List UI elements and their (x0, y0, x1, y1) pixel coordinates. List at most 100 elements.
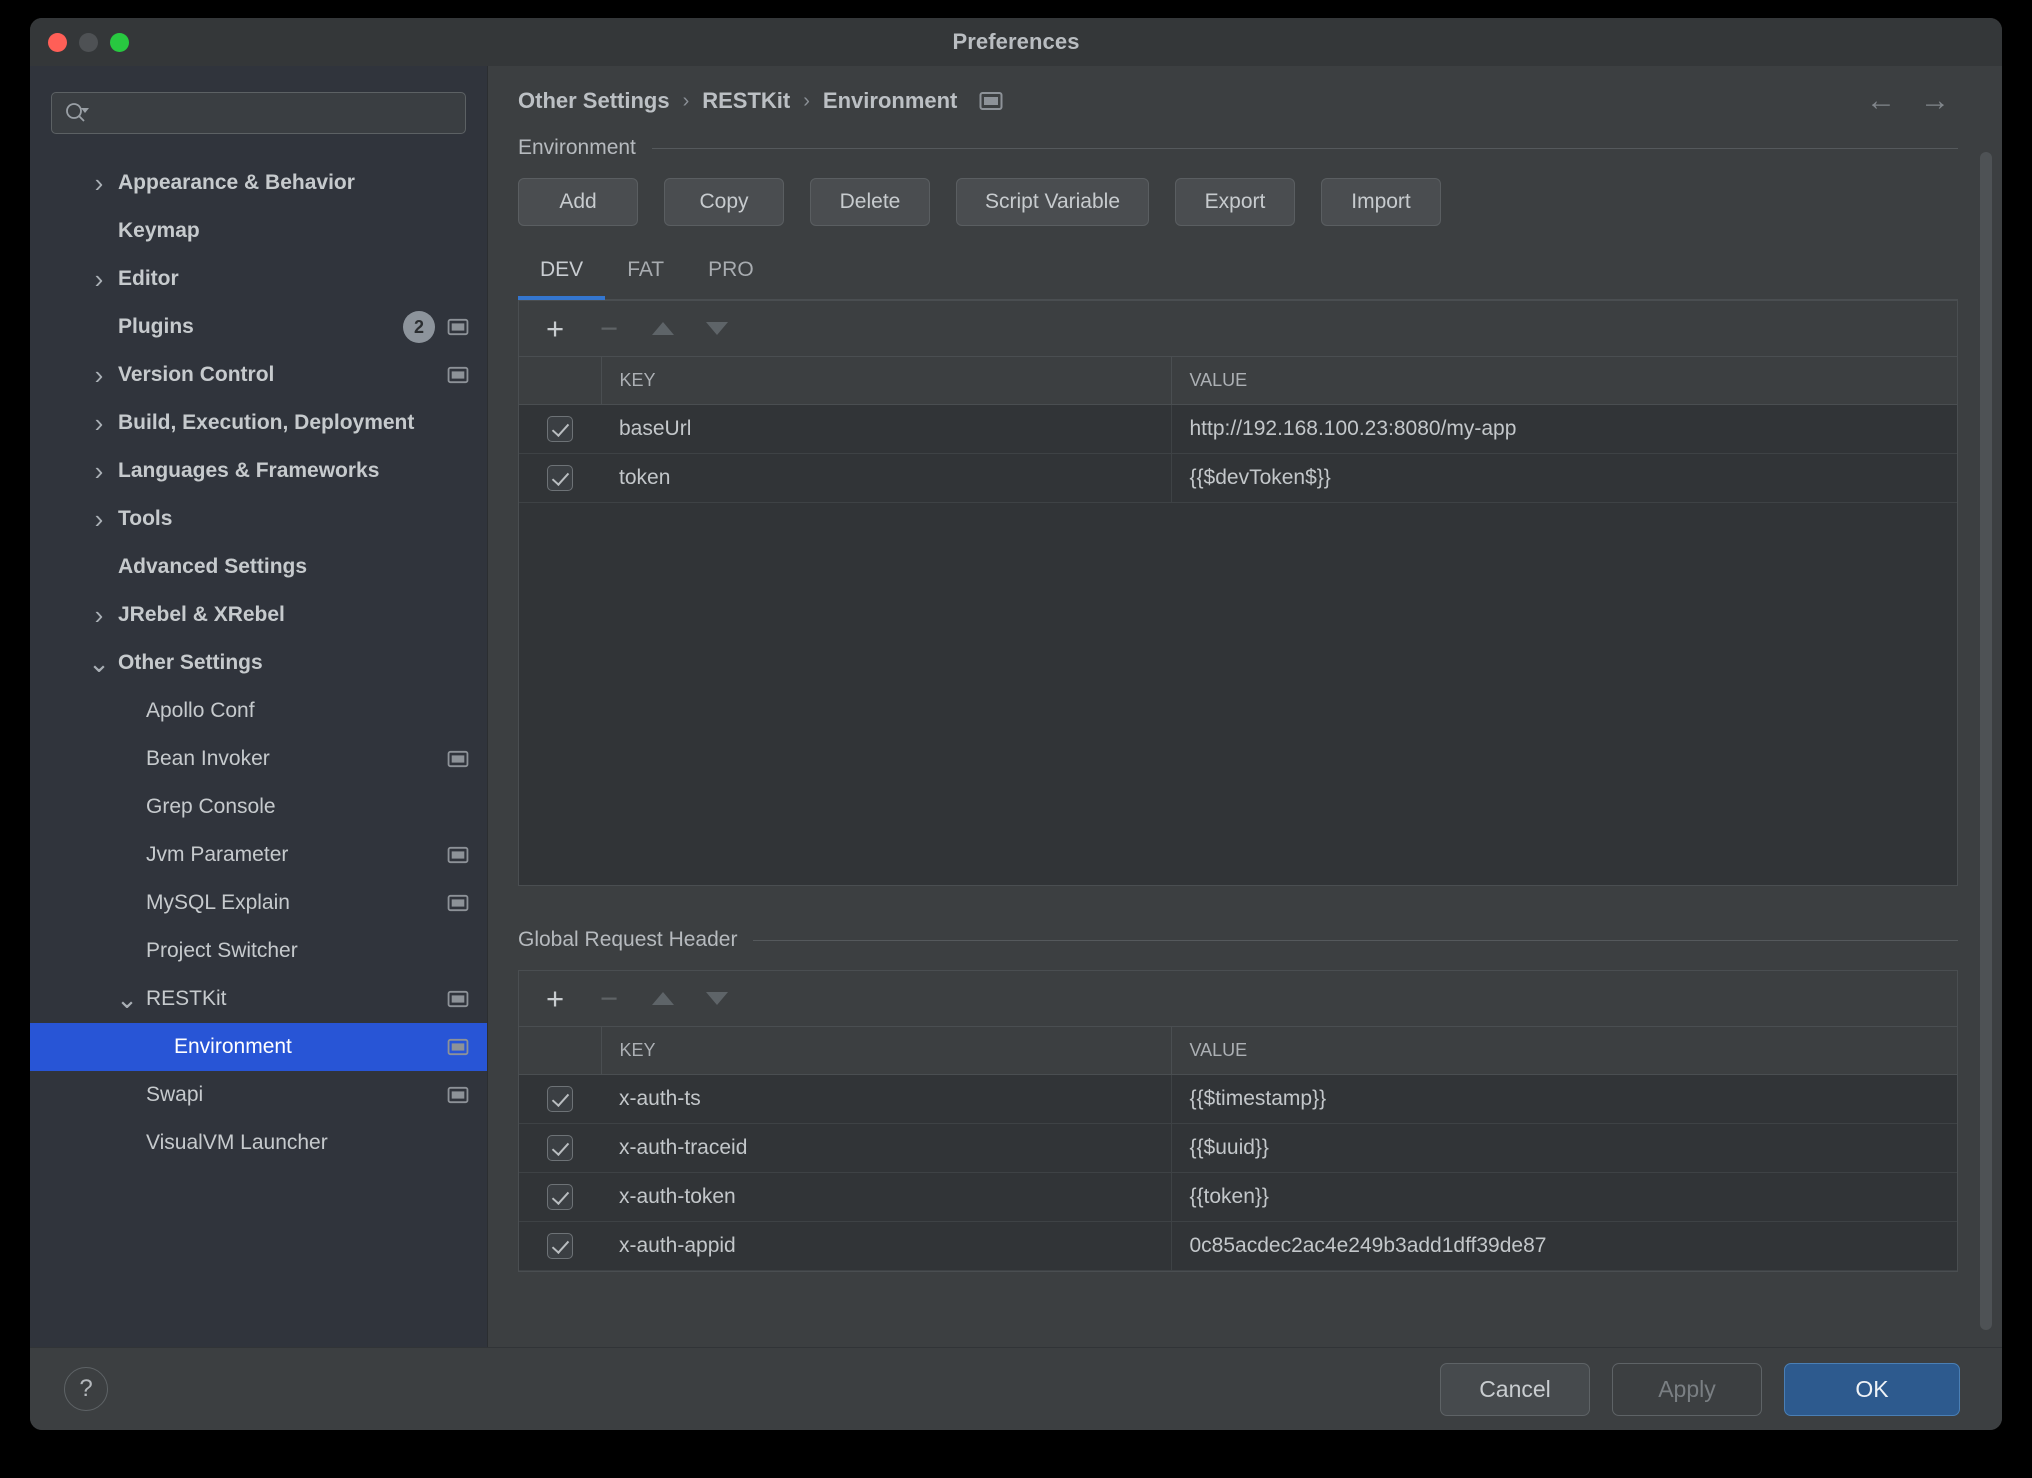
panel-icon[interactable] (447, 750, 469, 768)
sidebar-item-swapi[interactable]: Swapi (30, 1071, 487, 1119)
chevron-right-icon[interactable]: › (86, 266, 112, 292)
sidebar-item-languages-frameworks[interactable]: › Languages & Frameworks (30, 447, 487, 495)
row-value-cell[interactable]: {{token}} (1170, 1172, 1957, 1222)
row-checkbox[interactable] (547, 416, 573, 442)
sidebar-item-version-control[interactable]: › Version Control (30, 351, 487, 399)
chevron-right-icon[interactable]: › (86, 410, 112, 436)
row-value-cell[interactable]: {{$uuid}} (1170, 1123, 1957, 1173)
panel-icon[interactable] (447, 894, 469, 912)
chevron-right-icon[interactable]: › (86, 458, 112, 484)
sidebar-item-editor[interactable]: › Editor (30, 255, 487, 303)
search-box[interactable] (51, 92, 466, 134)
close-button[interactable] (48, 32, 67, 52)
chevron-right-icon[interactable]: › (86, 170, 112, 196)
panel-icon[interactable] (979, 91, 1003, 111)
row-checkbox-cell[interactable] (519, 1123, 601, 1173)
cancel-button[interactable]: Cancel (1440, 1362, 1590, 1416)
row-key-cell[interactable]: x-auth-appid (601, 1221, 1171, 1271)
environment-table-empty-space (519, 503, 1957, 885)
scrollbar-thumb[interactable] (1980, 152, 1992, 1330)
table-row[interactable]: x-auth-appid 0c85acdec2ac4e249b3add1dff39… (519, 1221, 1957, 1271)
row-checkbox-cell[interactable] (519, 1221, 601, 1271)
sidebar-item-grep-console[interactable]: Grep Console (30, 783, 487, 831)
sidebar-item-other-settings[interactable]: ⌄ Other Settings (30, 639, 487, 687)
sidebar-item-project-switcher[interactable]: Project Switcher (30, 927, 487, 975)
tab-pro[interactable]: PRO (686, 248, 776, 300)
table-row[interactable]: baseUrl http://192.168.100.23:8080/my-app (519, 404, 1957, 454)
ok-button[interactable]: OK (1784, 1362, 1960, 1416)
sidebar-item-jrebel-xrebel[interactable]: › JRebel & XRebel (30, 591, 487, 639)
sidebar-item-appearance-behavior[interactable]: › Appearance & Behavior (30, 159, 487, 207)
column-header-value[interactable]: VALUE (1170, 357, 1957, 405)
vertical-scrollbar[interactable] (1980, 152, 1992, 1330)
chevron-right-icon[interactable]: › (86, 506, 112, 532)
chevron-right-icon[interactable]: › (86, 362, 112, 388)
add-button[interactable]: Add (518, 178, 638, 226)
row-key-cell[interactable]: x-auth-traceid (601, 1123, 1171, 1173)
sidebar-item-visualvm-launcher[interactable]: VisualVM Launcher (30, 1119, 487, 1167)
chevron-down-icon[interactable]: ⌄ (86, 650, 112, 676)
search-input[interactable] (96, 102, 453, 124)
panel-icon[interactable] (447, 846, 469, 864)
row-checkbox-cell[interactable] (519, 1074, 601, 1124)
minimize-button[interactable] (79, 32, 98, 52)
sidebar-item-advanced-settings[interactable]: Advanced Settings (30, 543, 487, 591)
add-icon[interactable]: + (541, 313, 569, 344)
table-row[interactable]: x-auth-traceid {{$uuid}} (519, 1123, 1957, 1173)
sidebar-item-mysql-explain[interactable]: MySQL Explain (30, 879, 487, 927)
breadcrumb-item-0[interactable]: Other Settings (518, 88, 670, 114)
arrow-left-icon[interactable]: ← (1866, 86, 1896, 116)
sidebar-item-restkit[interactable]: ⌄ RESTKit (30, 975, 487, 1023)
arrow-right-icon[interactable]: → (1920, 86, 1950, 116)
tab-fat[interactable]: FAT (605, 248, 686, 300)
tab-dev[interactable]: DEV (518, 248, 606, 300)
panel-icon[interactable] (447, 1086, 469, 1104)
panel-icon[interactable] (447, 1038, 469, 1056)
panel-icon[interactable] (447, 366, 469, 384)
export-button[interactable]: Export (1175, 178, 1296, 226)
script-variable-button[interactable]: Script Variable (956, 178, 1150, 226)
sidebar-item-bean-invoker[interactable]: Bean Invoker (30, 735, 487, 783)
breadcrumb-item-1[interactable]: RESTKit (702, 88, 790, 114)
row-key-cell[interactable]: x-auth-ts (601, 1074, 1171, 1124)
row-checkbox-cell[interactable] (519, 453, 601, 503)
row-value-cell[interactable]: http://192.168.100.23:8080/my-app (1170, 404, 1957, 454)
environment-tabs: DEV FAT PRO (518, 248, 1958, 300)
row-checkbox[interactable] (547, 1135, 573, 1161)
chevron-down-icon[interactable]: ⌄ (114, 986, 140, 1012)
row-checkbox[interactable] (547, 1184, 573, 1210)
table-row[interactable]: token {{$devToken$}} (519, 453, 1957, 503)
row-checkbox-cell[interactable] (519, 1172, 601, 1222)
sidebar-item-apollo-conf[interactable]: Apollo Conf (30, 687, 487, 735)
table-row[interactable]: x-auth-token {{token}} (519, 1172, 1957, 1222)
row-checkbox[interactable] (547, 1086, 573, 1112)
panel-icon[interactable] (447, 990, 469, 1008)
row-value-cell[interactable]: {{$timestamp}} (1170, 1074, 1957, 1124)
row-value-cell[interactable]: {{$devToken$}} (1170, 453, 1957, 503)
sidebar-item-environment[interactable]: Environment (30, 1023, 487, 1071)
add-icon[interactable]: + (541, 983, 569, 1014)
copy-button[interactable]: Copy (664, 178, 784, 226)
table-row[interactable]: x-auth-ts {{$timestamp}} (519, 1074, 1957, 1124)
column-header-key[interactable]: KEY (600, 1027, 1171, 1075)
sidebar-item-keymap[interactable]: Keymap (30, 207, 487, 255)
row-checkbox[interactable] (547, 1233, 573, 1259)
sidebar-item-build-execution-deployment[interactable]: › Build, Execution, Deployment (30, 399, 487, 447)
sidebar-item-tools[interactable]: › Tools (30, 495, 487, 543)
delete-button[interactable]: Delete (810, 178, 930, 226)
sidebar-item-plugins[interactable]: Plugins 2 (30, 303, 487, 351)
row-key-cell[interactable]: token (601, 453, 1171, 503)
help-button[interactable]: ? (64, 1367, 108, 1411)
column-header-key[interactable]: KEY (600, 357, 1171, 405)
panel-icon[interactable] (447, 318, 469, 336)
import-button[interactable]: Import (1321, 178, 1442, 226)
row-checkbox-cell[interactable] (519, 404, 601, 454)
chevron-right-icon[interactable]: › (86, 602, 112, 628)
row-key-cell[interactable]: baseUrl (601, 404, 1171, 454)
maximize-button[interactable] (110, 32, 129, 52)
row-checkbox[interactable] (547, 465, 573, 491)
row-value-cell[interactable]: 0c85acdec2ac4e249b3add1dff39de87 (1170, 1221, 1957, 1271)
sidebar-item-jvm-parameter[interactable]: Jvm Parameter (30, 831, 487, 879)
row-key-cell[interactable]: x-auth-token (601, 1172, 1171, 1222)
column-header-value[interactable]: VALUE (1170, 1027, 1957, 1075)
